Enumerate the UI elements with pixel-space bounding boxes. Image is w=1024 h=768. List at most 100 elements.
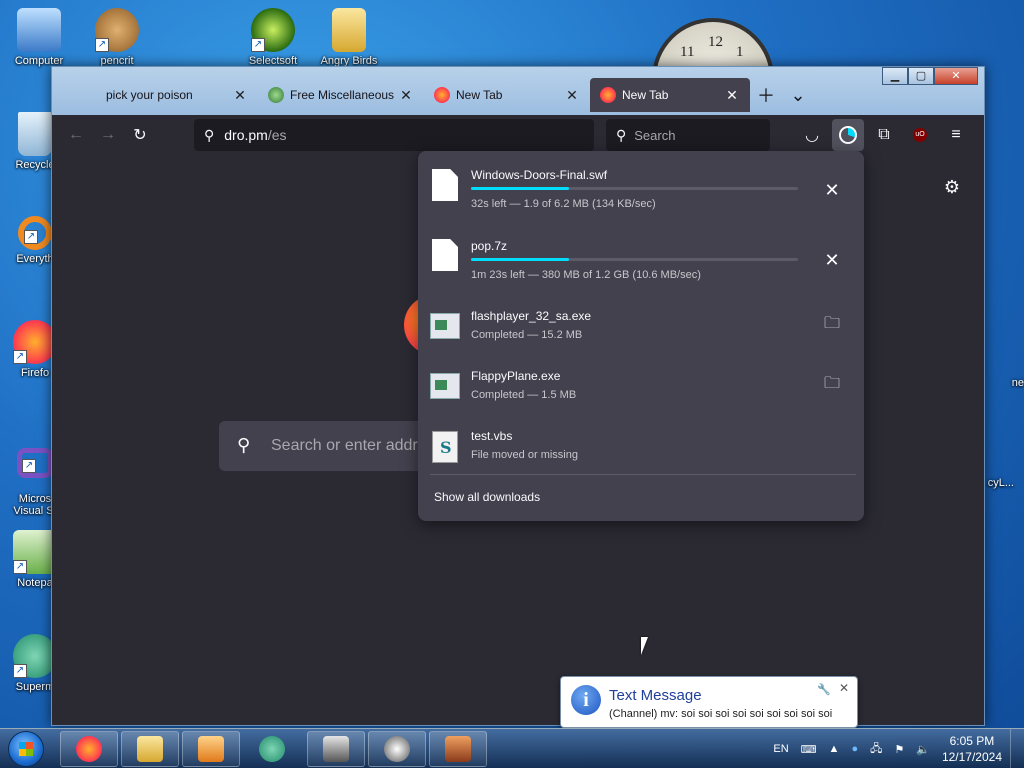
notification-body: (Channel) mv: soi soi soi soi soi soi so… xyxy=(609,708,833,720)
desktop-icon-angry-birds[interactable]: Angry Birds xyxy=(314,8,384,67)
pocket-icon[interactable]: ◡ xyxy=(796,119,828,151)
ublock-origin-icon[interactable]: uO xyxy=(904,119,936,151)
download-status: 32s left — 1.9 of 6.2 MB (134 KB/sec) xyxy=(471,198,656,210)
wrench-icon[interactable]: 🔧 xyxy=(817,683,831,696)
action-center-flag-icon[interactable]: ⚑ xyxy=(894,743,904,756)
show-desktop-button[interactable] xyxy=(1010,729,1024,768)
tab-bar: pick your poison ✕ Free Miscellaneous S … xyxy=(52,75,984,115)
search-bar[interactable]: ⚲ Search xyxy=(606,119,770,151)
supermium-icon xyxy=(259,736,285,762)
start-button[interactable] xyxy=(8,731,44,767)
show-all-downloads-button[interactable]: Show all downloads xyxy=(434,490,540,504)
taskbar-app-game[interactable] xyxy=(429,731,487,767)
language-indicator[interactable]: EN xyxy=(773,743,788,755)
download-status: File moved or missing xyxy=(471,449,578,461)
clock-numeral: 12 xyxy=(708,34,723,50)
download-item[interactable]: flashplayer_32_sa.exe Completed — 15.2 M… xyxy=(418,301,864,361)
volume-icon[interactable]: 🔈 xyxy=(916,743,930,756)
url-bar[interactable]: ⚲ dro.pm/es xyxy=(194,119,594,151)
firefox-icon xyxy=(434,87,450,103)
explorer-folder-icon xyxy=(137,736,163,762)
download-name: pop.7z xyxy=(471,239,508,253)
clock-date: 12/17/2024 xyxy=(941,750,1002,764)
notification-tray-icon[interactable]: ● xyxy=(851,743,858,755)
search-icon: ⚲ xyxy=(616,126,627,143)
back-button[interactable]: ← xyxy=(60,119,92,151)
tab-title: New Tab xyxy=(456,88,503,102)
tab-list-button[interactable]: ⌄ xyxy=(782,78,814,112)
folder-icon xyxy=(332,8,366,52)
download-item[interactable]: FlappyPlane.exe Completed — 1.5 MB 🗀 xyxy=(418,361,864,421)
document-icon xyxy=(432,169,458,201)
folder-icon[interactable]: 🗀 xyxy=(820,373,844,397)
desktop-icon-computer[interactable]: Computer xyxy=(4,8,74,67)
download-name: FlappyPlane.exe xyxy=(471,369,561,383)
tab-title: New Tab xyxy=(622,88,669,102)
desktop-icon-label: Recycle xyxy=(15,159,55,171)
info-icon: i xyxy=(571,685,601,715)
clock-numeral: 1 xyxy=(736,44,744,60)
notification-balloon[interactable]: i Text Message (Channel) mv: soi soi soi… xyxy=(560,676,858,728)
keyboard-icon[interactable]: ⌨ xyxy=(801,743,817,756)
close-icon[interactable]: ✕ xyxy=(839,681,849,695)
desktop-icon-label: Superm xyxy=(15,681,55,693)
show-hidden-icons-button[interactable]: ▲ xyxy=(829,743,840,755)
network-icon[interactable]: 🖧 xyxy=(870,740,882,759)
download-name: test.vbs xyxy=(471,429,513,443)
reload-button[interactable]: ↻ xyxy=(124,119,156,151)
notification-title: Text Message xyxy=(609,687,702,704)
url-path: /es xyxy=(267,127,287,143)
computer-icon xyxy=(17,8,61,52)
download-name: flashplayer_32_sa.exe xyxy=(471,309,592,323)
close-icon[interactable]: ✕ xyxy=(724,87,740,104)
taskbar-app-media-player[interactable] xyxy=(182,731,240,767)
close-icon[interactable]: ✕ xyxy=(398,87,414,104)
url-host: dro.pm xyxy=(224,127,268,143)
tab-pick-your-poison[interactable]: pick your poison ✕ xyxy=(100,78,258,112)
download-name: Windows-Doors-Final.swf xyxy=(471,168,608,182)
newtab-search-placeholder: Search or enter addres xyxy=(271,437,435,454)
extensions-icon[interactable]: ⧉ xyxy=(868,119,900,151)
search-icon: ⚲ xyxy=(204,126,215,143)
taskbar-app-supermium[interactable] xyxy=(243,731,301,767)
downloads-progress-icon xyxy=(839,126,857,144)
clock-numeral: 11 xyxy=(680,44,695,60)
gear-icon[interactable]: ⚙ xyxy=(944,177,960,198)
menu-icon[interactable]: ≡ xyxy=(940,119,972,151)
taskbar-app-firefox[interactable] xyxy=(60,731,118,767)
window-frame: ▁ ▢ ✕ pick your poison ✕ Free Miscellane… xyxy=(52,67,984,115)
taskbar-app-ble[interactable] xyxy=(368,731,426,767)
taskbar: EN ⌨ ▲ ● 🖧 ⚑ 🔈 6:05 PM 12/17/2024 xyxy=(0,728,1024,768)
selectsoft-icon: ↗ xyxy=(251,8,295,52)
desktop-icon-label: Notepa xyxy=(17,577,53,589)
tab-free-miscellaneous[interactable]: Free Miscellaneous S ✕ xyxy=(258,78,424,112)
downloads-button[interactable] xyxy=(832,119,864,151)
search-icon: ⚲ xyxy=(237,435,251,455)
mouse-cursor xyxy=(641,637,648,655)
close-icon[interactable]: ✕ xyxy=(232,87,248,104)
document-icon xyxy=(432,239,458,271)
folder-icon[interactable]: 🗀 xyxy=(820,313,844,337)
desktop-icon-label: ne xyxy=(1011,377,1024,389)
cancel-icon[interactable]: ✕ xyxy=(820,248,844,272)
desktop-icon-selectsoft[interactable]: ↗ Selectsoft xyxy=(238,8,308,67)
clock-time: 6:05 PM xyxy=(949,734,995,748)
tab-new-tab-active[interactable]: New Tab ✕ xyxy=(590,78,750,112)
taskbar-app-chess[interactable] xyxy=(307,731,365,767)
exe-icon xyxy=(430,313,460,339)
download-progress xyxy=(471,258,798,261)
taskbar-app-explorer[interactable] xyxy=(121,731,179,767)
navigation-toolbar: ← → ↻ ⚲ dro.pm/es ⚲ Search ◡ ⧉ uO ≡ xyxy=(52,115,984,155)
new-tab-button[interactable]: ＋ xyxy=(750,78,782,112)
downloads-panel: Windows-Doors-Final.swf 32s left — 1.9 o… xyxy=(418,151,864,521)
taskbar-clock[interactable]: 6:05 PM 12/17/2024 xyxy=(942,733,1002,765)
tab-new-tab[interactable]: New Tab ✕ xyxy=(424,78,590,112)
desktop-icon-pencrit[interactable]: ↗ pencrit xyxy=(82,8,152,67)
download-item[interactable]: test.vbs File moved or missing xyxy=(418,421,864,481)
download-item[interactable]: pop.7z 1m 23s left — 380 MB of 1.2 GB (1… xyxy=(418,229,864,289)
desktop-icon-label: cyL... xyxy=(987,477,1014,489)
close-icon[interactable]: ✕ xyxy=(564,87,580,104)
forward-button[interactable]: → xyxy=(92,119,124,151)
cancel-icon[interactable]: ✕ xyxy=(820,178,844,202)
download-item[interactable]: Windows-Doors-Final.swf 32s left — 1.9 o… xyxy=(418,159,864,219)
